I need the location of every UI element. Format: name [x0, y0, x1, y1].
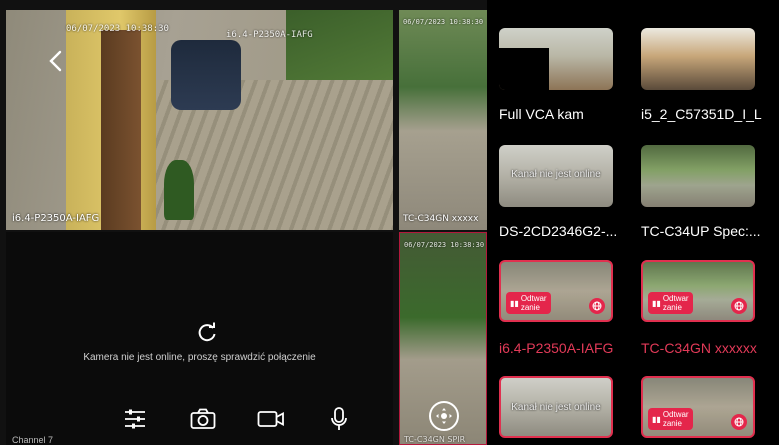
device-thumbnail: Kanał nie jest online [499, 145, 613, 207]
camera-label: TC-C34GN SPIR [404, 435, 466, 444]
timestamp-overlay: 06/07/2023 10:38:30 [404, 241, 485, 249]
device-card-active[interactable]: ▮▮ Odtwar zanie TC-C34GN xxxxxx [629, 260, 767, 356]
playback-toolbar [101, 404, 393, 434]
settings-button[interactable] [101, 404, 169, 434]
device-thumbnail [641, 145, 755, 207]
microphone-icon [331, 407, 347, 430]
channel-label: Channel 7 [12, 435, 54, 445]
device-name: i6.4-P2350A-IAFG [499, 340, 614, 356]
scene-bush [164, 160, 194, 220]
device-card[interactable]: i5_2_C57351D_I_L [629, 28, 767, 122]
channel-offline-note: Kanał nie jest online [511, 169, 601, 180]
refresh-button[interactable] [194, 320, 220, 346]
device-card-active[interactable]: ▮▮ Odtwar zanie i6.4-P2350A-IAFG [487, 260, 625, 356]
timestamp-overlay: 06/07/2023 10:38:30 [66, 24, 169, 34]
device-thumbnail: ▮▮ Odtwar zanie [641, 260, 755, 322]
thumbnail-mask [499, 48, 549, 90]
video-tile-1[interactable]: 06/07/2023 10:38:30 i6.4-P2350A-IAFG i6.… [6, 10, 393, 230]
playing-label: Odtwar zanie [662, 410, 689, 428]
video-grid: 06/07/2023 10:38:30 i6.4-P2350A-IAFG i6.… [0, 0, 487, 445]
camera-snapshot-icon [190, 408, 216, 429]
back-button[interactable] [42, 48, 68, 74]
device-thumbnail: Kanał nie jest online [499, 376, 613, 438]
signal-bars-icon: ▮▮ [652, 414, 661, 424]
device-name: DS-2CD2346G2-... [499, 223, 618, 239]
device-name: TC-C34GN xxxxxx [641, 340, 757, 356]
talk-button[interactable] [305, 404, 373, 434]
snapshot-button[interactable] [169, 404, 237, 434]
device-thumbnail: ▮▮ Odtwar zanie [499, 260, 613, 322]
ptz-joystick-icon [436, 408, 452, 424]
timestamp-overlay: 06/07/2023 10:38:30 [403, 18, 484, 26]
device-card[interactable]: Kanał nie jest online [487, 376, 625, 438]
offline-message: Kamera nie jest online, proszę sprawdzić… [83, 352, 316, 363]
device-card[interactable]: Kanał nie jest online DS-2CD2346G2-... [487, 145, 625, 239]
settings-sliders-icon [125, 409, 145, 429]
record-button[interactable] [237, 404, 305, 434]
playing-label: Odtwar zanie [520, 294, 547, 312]
video-tile-3[interactable]: 06/07/2023 10:38:30 TC-C34GN xxxxx [399, 10, 487, 230]
refresh-icon [198, 322, 216, 342]
camera-label: i6.4-P2350A-IAFG [12, 213, 100, 224]
scene-door [101, 30, 141, 230]
video-tile-4[interactable]: 06/07/2023 10:38:30 TC-C34GN SPIR [399, 232, 487, 445]
device-name: TC-C34UP Spec:... [641, 223, 761, 239]
camera-label: TC-C34GN xxxxx [403, 214, 479, 224]
playing-badge: ▮▮ Odtwar zanie [648, 292, 693, 314]
scene-car [171, 40, 241, 110]
device-thumbnail [499, 28, 613, 90]
device-card-active[interactable]: ▮▮ Odtwar zanie [629, 376, 767, 438]
device-thumbnail [641, 28, 755, 90]
device-thumbnail: ▮▮ Odtwar zanie [641, 376, 755, 438]
globe-icon [731, 298, 747, 314]
playing-badge: ▮▮ Odtwar zanie [648, 408, 693, 430]
ptz-button[interactable] [429, 401, 459, 431]
video-tile-2[interactable]: Kamera nie jest online, proszę sprawdzić… [6, 232, 393, 445]
device-name: Full VCA kam [499, 106, 584, 122]
chevron-left-icon [49, 50, 62, 72]
signal-bars-icon: ▮▮ [652, 298, 661, 308]
globe-icon [731, 414, 747, 430]
sound-button[interactable] [373, 404, 393, 434]
camera-name-overlay: i6.4-P2350A-IAFG [226, 30, 313, 40]
device-list: Full VCA kam i5_2_C57351D_I_L Kanał nie … [487, 0, 779, 445]
channel-offline-note: Kanał nie jest online [511, 402, 601, 413]
playing-badge: ▮▮ Odtwar zanie [506, 292, 551, 314]
globe-icon [589, 298, 605, 314]
device-name: i5_2_C57351D_I_L [641, 106, 762, 122]
video-record-icon [257, 411, 284, 427]
device-card[interactable]: TC-C34UP Spec:... [629, 145, 767, 239]
device-card[interactable]: Full VCA kam [487, 28, 625, 122]
signal-bars-icon: ▮▮ [510, 298, 519, 308]
playing-label: Odtwar zanie [662, 294, 689, 312]
